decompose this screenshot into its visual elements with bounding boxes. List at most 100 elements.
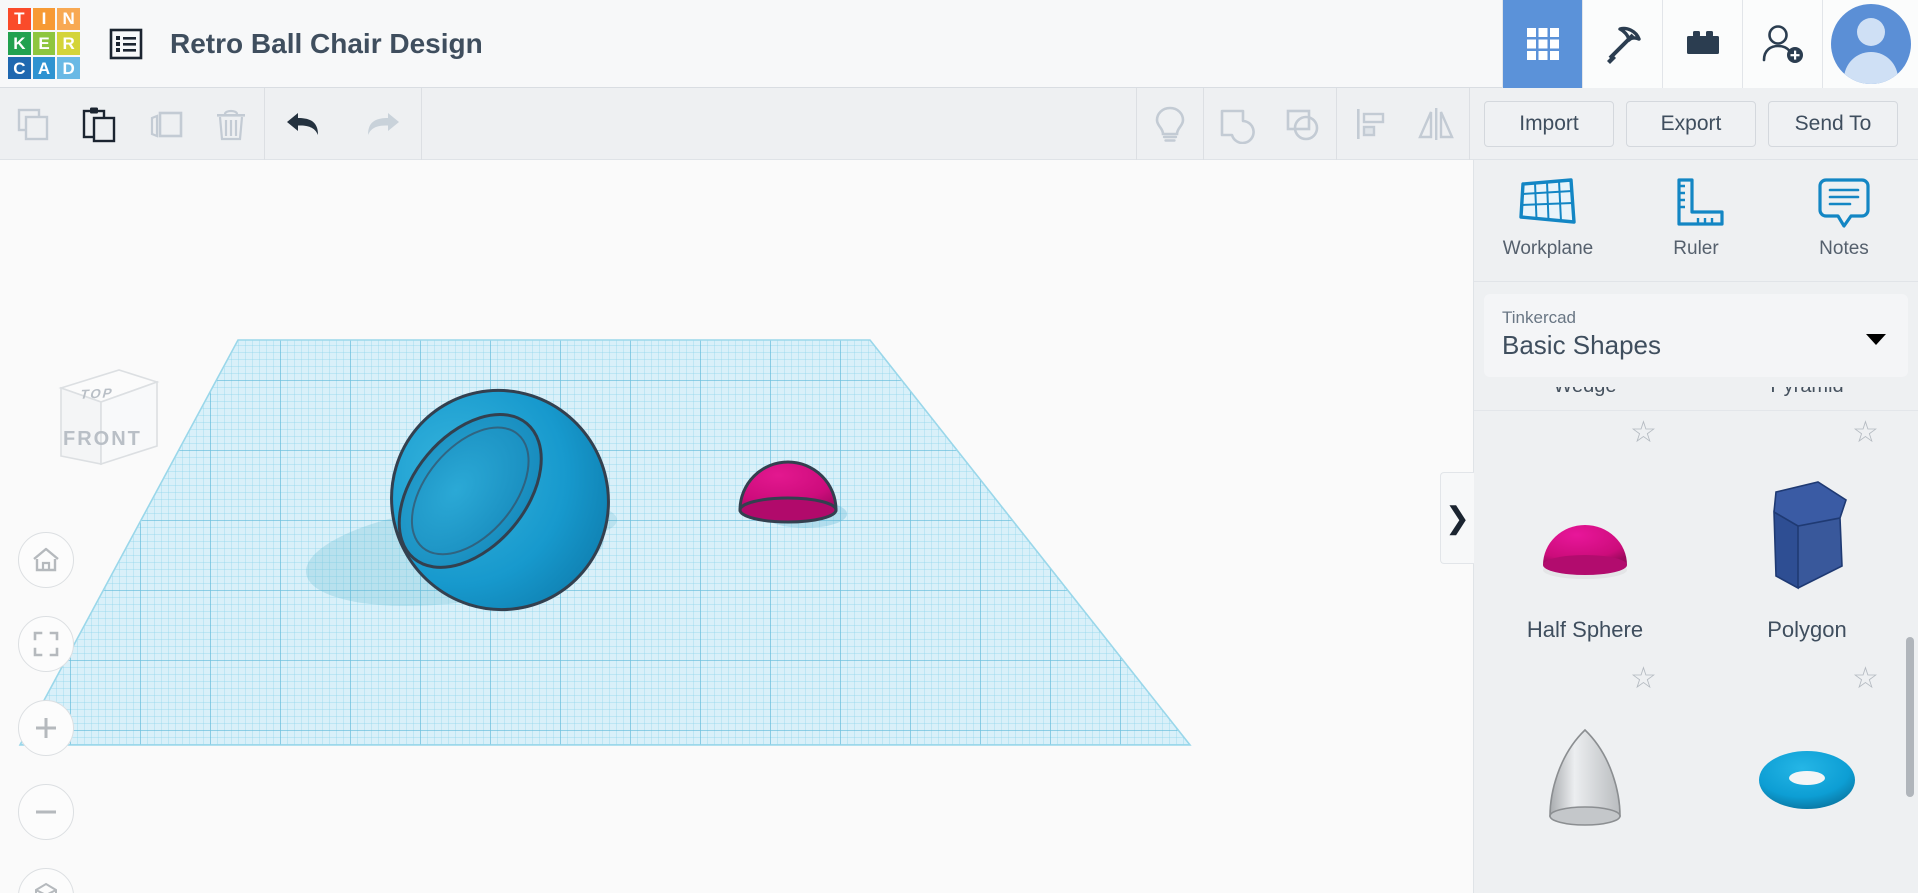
note-bubble-icon [1818,178,1870,228]
clipped-shape-labels: Wedge Pyramid [1474,387,1918,411]
ortho-cube-icon [35,882,57,893]
home-icon [33,547,59,572]
ruler-icon [1677,178,1724,226]
add-user-icon [1762,24,1803,63]
logo-tile-i-1: I [32,7,56,31]
polygon-thumbnail [1737,465,1877,605]
workplane-tool-button[interactable]: Workplane [1493,174,1603,260]
delete-button[interactable] [198,88,264,160]
plus-icon [36,718,56,738]
redo-arrow-icon [368,112,399,135]
tinkercad-logo[interactable]: TIN KER CAD [8,7,80,80]
align-button[interactable] [1337,88,1403,160]
blocks-button[interactable] [1662,0,1742,88]
zoom-in-button[interactable] [18,700,74,756]
designs-grid-button[interactable] [1502,0,1582,88]
export-button[interactable]: Export [1626,100,1756,147]
chevron-down-icon [1866,334,1886,345]
ungroup-button[interactable] [1270,88,1336,160]
align-icon [1357,108,1385,139]
shape-item-torus[interactable]: ☆ [1696,657,1918,893]
import-button[interactable]: Import [1484,100,1614,147]
redo-button[interactable] [343,88,421,160]
logo-tile-r-5: R [57,32,80,55]
logo-tile-k-3: K [8,32,31,55]
panel-collapse-button[interactable]: ❯ [1440,472,1474,564]
paste-button[interactable] [66,88,132,160]
panel-tools-row: Workplane Ruler Notes [1474,160,1918,282]
lego-brick-icon [1686,30,1719,54]
panel-scrollbar[interactable] [1906,637,1914,797]
viewport-nav-buttons [18,532,74,893]
3d-viewport[interactable]: Workplane TOP FRONT [0,160,1473,893]
zoom-out-button[interactable] [18,784,74,840]
projection-toggle-button[interactable] [18,868,74,893]
notes-tool-button[interactable]: Notes [1789,174,1899,260]
shape-library-select[interactable]: Tinkercad Basic Shapes [1484,294,1908,377]
shape-label-polygon: Polygon [1767,617,1847,642]
ruler-tool-label: Ruler [1673,238,1719,259]
favorite-star-icon[interactable]: ☆ [1852,664,1880,694]
favorite-star-icon[interactable]: ☆ [1852,418,1880,448]
logo-tile-d-8: D [57,56,80,80]
workplane-watermark: Workplane [192,738,573,831]
pickaxe-icon [1606,26,1641,64]
shape-grid-scroll[interactable]: Wedge Pyramid ☆ [1474,387,1918,893]
viewcube-front-label: FRONT [63,428,142,450]
send-to-button[interactable]: Send To [1768,100,1898,147]
shape-item-half-sphere[interactable]: ☆ Half Sphere [1474,411,1696,657]
duplicate-button[interactable] [132,88,198,160]
logo-tile-t-0: T [8,7,31,31]
shape-label-half-sphere: Half Sphere [1526,617,1644,642]
group-button[interactable] [1204,88,1270,160]
favorite-star-icon[interactable]: ☆ [1630,664,1658,694]
mirror-button[interactable] [1403,88,1469,160]
shape-grid: ☆ Half Sphere ☆ Polygon ☆ ☆ [1474,411,1918,893]
shape-item-polygon[interactable]: ☆ Polygon [1696,411,1918,657]
fit-to-view-button[interactable] [18,616,74,672]
shape-library-selector-wrap: Tinkercad Basic Shapes [1474,282,1918,387]
right-panel: Workplane Ruler Notes Tinkercad Basic Sh… [1473,160,1918,893]
ruler-tool-button[interactable]: Ruler [1641,174,1751,260]
trash-icon [217,109,245,140]
workplane-canvas[interactable]: Workplane [0,310,1473,893]
logo-tile-e-4: E [32,32,56,55]
avatar [1830,3,1911,84]
undo-button[interactable] [265,88,343,160]
copy-button[interactable] [0,88,66,160]
lightbulb-icon [1155,106,1185,142]
duplicate-icon [150,111,183,138]
hint-button[interactable] [1137,88,1203,160]
logo-tile-a-7: A [32,56,56,80]
workplane-grid-icon [1519,178,1576,224]
half-sphere-thumbnail [1515,465,1655,605]
list-menu-icon[interactable] [104,22,148,66]
clipboard-paste-icon [82,107,116,142]
viewcube-top-label: TOP [78,385,116,402]
clipped-label-wedge: Wedge [1474,387,1696,398]
home-view-button[interactable] [18,532,74,588]
top-bar: TIN KER CAD Retro Ball Chair Design [0,0,1918,88]
shape-item-cone[interactable]: ☆ [1474,657,1696,893]
view-cube[interactable]: TOP FRONT [45,360,165,470]
toolbar-divider-2 [421,87,422,160]
mirror-icon [1418,107,1454,140]
tinkercad-app: TINKERCAD Retro Ball Chair Design Import… [0,0,1918,893]
minus-icon [36,810,56,814]
minecraft-button[interactable] [1582,0,1662,88]
logo-tile-c-6: C [8,56,31,80]
top-actions [1502,0,1918,88]
cone-thumbnail [1515,711,1655,851]
torus-thumbnail [1737,711,1877,851]
account-button[interactable] [1822,0,1918,88]
edit-toolbar: Import Export Send To [0,87,1918,160]
copy-icon [17,108,49,140]
invite-button[interactable] [1742,0,1822,88]
library-vendor: Tinkercad [1502,308,1577,327]
library-collection: Basic Shapes [1502,330,1661,360]
group-shapes-icon [1220,109,1255,144]
ungroup-shapes-icon [1286,109,1319,140]
favorite-star-icon[interactable]: ☆ [1630,418,1658,448]
logo-tile-n-2: N [57,7,80,31]
clipped-label-pyramid: Pyramid [1696,387,1918,398]
